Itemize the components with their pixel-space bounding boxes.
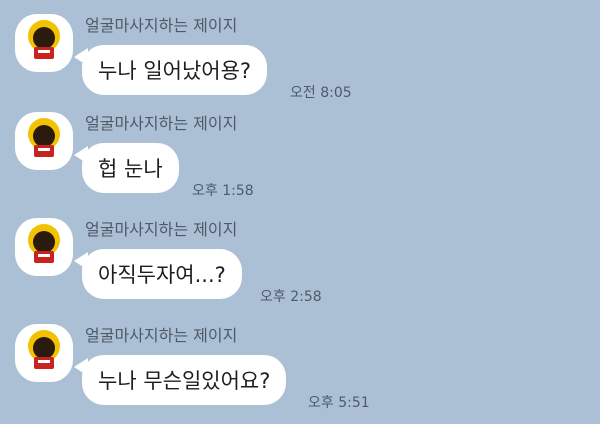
message-bubble[interactable]: 헙 눈나 xyxy=(82,143,179,193)
profile-avatar[interactable] xyxy=(15,324,73,382)
message-time: 오후 5:51 xyxy=(308,395,370,411)
chat-screen: { "messages": [ {"sender": "얼굴마사지하는 제이지"… xyxy=(0,0,600,422)
message-bubble[interactable]: 누나 일어났어용? xyxy=(82,45,268,95)
message-row: 얼굴마사지하는 제이지 누나 무슨일있어요? 오후 5:51 xyxy=(0,324,600,424)
profile-avatar[interactable] xyxy=(15,14,73,72)
profile-avatar[interactable] xyxy=(15,112,73,170)
profile-avatar[interactable] xyxy=(15,218,73,276)
sender-name: 얼굴마사지하는 제이지 xyxy=(85,220,238,239)
profile-photo-icon xyxy=(28,224,60,263)
sender-name: 얼굴마사지하는 제이지 xyxy=(85,16,238,35)
message-row: 얼굴마사지하는 제이지 아직두자여...? 오후 2:58 xyxy=(0,218,600,318)
sender-name: 얼굴마사지하는 제이지 xyxy=(85,326,238,345)
profile-photo-icon xyxy=(28,118,60,157)
message-row: 얼굴마사지하는 제이지 헙 눈나 오후 1:58 xyxy=(0,112,600,212)
message-row: 얼굴마사지하는 제이지 누나 일어났어용? 오전 8:05 xyxy=(0,14,600,114)
message-time: 오후 2:58 xyxy=(260,289,322,305)
message-bubble[interactable]: 누나 무슨일있어요? xyxy=(82,355,287,405)
profile-photo-icon xyxy=(28,20,60,59)
message-time: 오후 1:58 xyxy=(192,183,254,199)
profile-photo-icon xyxy=(28,330,60,369)
sender-name: 얼굴마사지하는 제이지 xyxy=(85,114,238,133)
message-bubble[interactable]: 아직두자여...? xyxy=(82,249,242,299)
message-time: 오전 8:05 xyxy=(290,85,352,101)
